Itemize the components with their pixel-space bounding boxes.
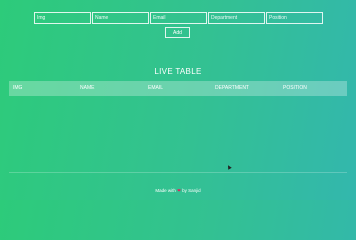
name-input[interactable] [92, 12, 149, 24]
footer-credit: Made with ❤ by Sanjid [0, 188, 356, 194]
email-input[interactable] [150, 12, 207, 24]
position-input[interactable] [266, 12, 323, 24]
table-header-row: IMG NAME EMAIL DEPARTMENT POSITION [9, 81, 347, 96]
header-email: EMAIL [148, 85, 164, 91]
footer-prefix: Made with [155, 188, 176, 193]
add-button[interactable]: Add [165, 27, 190, 38]
img-input[interactable] [34, 12, 91, 24]
header-name: NAME [80, 85, 95, 91]
header-department: DEPARTMENT [215, 85, 249, 91]
footer-divider [9, 172, 347, 173]
header-img: IMG [13, 85, 23, 91]
heart-icon: ❤ [177, 188, 181, 193]
department-input[interactable] [208, 12, 265, 24]
header-position: POSITION [283, 85, 307, 91]
table-title: LIVE TABLE [154, 67, 202, 76]
mouse-cursor-icon [226, 164, 232, 170]
footer-suffix: by Sanjid [182, 188, 201, 193]
